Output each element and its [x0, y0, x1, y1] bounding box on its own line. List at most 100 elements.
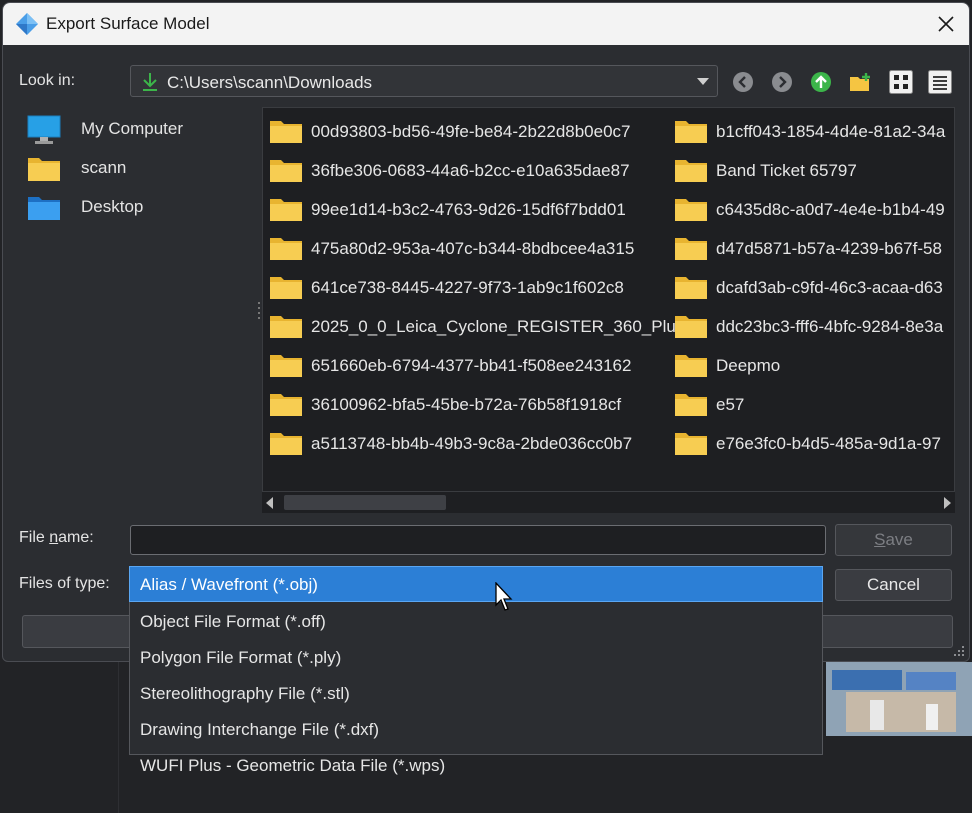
folder-item[interactable]: Band Ticket 65797 [674, 151, 954, 190]
folder-name: Band Ticket 65797 [716, 161, 857, 180]
folder-item[interactable]: 475a80d2-953a-407c-b344-8bdbcee4a315 [269, 229, 689, 268]
folder-icon [270, 316, 302, 338]
file-type-label: Files of type: [19, 575, 110, 592]
folder-icon [270, 121, 302, 143]
folder-name: 00d93803-bd56-49fe-be84-2b22d8b0e0c7 [311, 122, 631, 141]
folder-name: 36fbe306-0683-44a6-b2cc-e10a635dae87 [311, 161, 630, 180]
folder-item[interactable]: 2025_0_0_Leica_Cyclone_REGISTER_360_Plus [269, 307, 689, 346]
model-preview-thumbnail [826, 662, 972, 736]
file-type-option[interactable]: WUFI Plus - Geometric Data File (*.wps) [140, 756, 445, 776]
folder-item[interactable]: b1cff043-1854-4d4e-81a2-34a [674, 112, 954, 151]
folder-icon [270, 394, 302, 416]
title-bar: Export Surface Model [3, 3, 969, 45]
parent-folder-button[interactable] [809, 70, 833, 94]
file-name-input[interactable] [130, 525, 826, 555]
folder-item[interactable]: 00d93803-bd56-49fe-be84-2b22d8b0e0c7 [269, 112, 689, 151]
folder-icon [675, 316, 707, 338]
folder-name: Deepmo [716, 356, 781, 375]
place-label: scann [81, 158, 127, 177]
back-icon [733, 72, 753, 92]
folder-icon [28, 158, 60, 181]
folder-icon [270, 277, 302, 299]
place-scann[interactable]: scann [27, 152, 255, 184]
detail-view-icon [928, 70, 952, 94]
file-name-label: File name: [19, 529, 94, 546]
mouse-cursor-icon [495, 582, 513, 611]
folder-name: e57 [716, 395, 745, 414]
folder-item[interactable]: Deepmo [674, 346, 954, 385]
file-type-option[interactable]: Object File Format (*.off) [140, 612, 326, 632]
folder-item[interactable]: dcafd3ab-c9fd-46c3-acaa-d63 [674, 268, 954, 307]
folder-name: a5113748-bb4b-49b3-9c8a-2bde036cc0b7 [311, 434, 633, 453]
new-folder-button[interactable] [849, 70, 873, 94]
detail-view-button[interactable] [928, 70, 952, 94]
window-title: Export Surface Model [46, 14, 210, 33]
folder-item[interactable]: c6435d8c-a0d7-4e4e-b1b4-49 [674, 190, 954, 229]
folder-item[interactable]: d47d5871-b57a-4239-b67f-58 [674, 229, 954, 268]
folder-name: 99ee1d14-b3c2-4763-9d26-15df6f7bdd01 [311, 200, 626, 219]
file-type-option[interactable]: Polygon File Format (*.ply) [140, 648, 341, 668]
folder-icon [675, 394, 707, 416]
folder-name: e76e3fc0-b4d5-485a-9d1a-97 [716, 434, 941, 453]
folder-item[interactable]: 651660eb-6794-4377-bb41-f508ee243162 [269, 346, 689, 385]
app-icon [16, 13, 38, 35]
folder-name: b1cff043-1854-4d4e-81a2-34a [716, 122, 946, 141]
folder-icon [270, 160, 302, 182]
horizontal-scrollbar[interactable] [262, 491, 955, 513]
place-desktop[interactable]: Desktop [27, 191, 255, 223]
file-type-option[interactable]: Stereolithography File (*.stl) [140, 684, 350, 704]
new-folder-icon [850, 73, 870, 91]
file-list-view: 00d93803-bd56-49fe-be84-2b22d8b0e0c7 36fb… [262, 107, 955, 513]
folder-icon [270, 433, 302, 455]
back-button[interactable] [731, 70, 755, 94]
computer-icon [27, 115, 61, 144]
scroll-right-icon[interactable] [944, 497, 951, 509]
forward-button[interactable] [770, 70, 794, 94]
download-icon [143, 73, 157, 91]
folder-item[interactable]: 99ee1d14-b3c2-4763-9d26-15df6f7bdd01 [269, 190, 689, 229]
place-label: My Computer [81, 119, 184, 138]
folder-item[interactable]: 36fbe306-0683-44a6-b2cc-e10a635dae87 [269, 151, 689, 190]
look-in-combo[interactable]: C:\Users\scann\Downloads [130, 65, 718, 97]
places-sidebar: My Computer scann Desktop [17, 107, 259, 513]
list-view-button[interactable] [889, 70, 913, 94]
folder-icon [675, 277, 707, 299]
folder-icon [675, 199, 707, 221]
folder-item[interactable]: 36100962-bfa5-45be-b72a-76b58f1918cf [269, 385, 689, 424]
save-button[interactable]: Save [835, 524, 952, 556]
background-divider [118, 660, 119, 813]
folder-icon [270, 238, 302, 260]
folder-item[interactable]: ddc23bc3-fff6-4bfc-9284-8e3a [674, 307, 954, 346]
look-in-path: C:\Users\scann\Downloads [167, 73, 373, 92]
scrollbar-thumb[interactable] [284, 495, 446, 510]
folder-name: 36100962-bfa5-45be-b72a-76b58f1918cf [311, 395, 622, 414]
close-icon [938, 16, 954, 32]
resize-grip-icon[interactable] [951, 643, 965, 657]
look-in-label: Look in: [19, 72, 76, 89]
file-type-dropdown: Object File Format (*.off) Polygon File … [129, 602, 823, 775]
folder-name: c6435d8c-a0d7-4e4e-b1b4-49 [716, 200, 945, 219]
folder-icon [675, 355, 707, 377]
close-button[interactable] [927, 7, 965, 41]
folder-item[interactable]: e76e3fc0-b4d5-485a-9d1a-97 [674, 424, 954, 463]
file-type-option[interactable]: Drawing Interchange File (*.dxf) [140, 720, 379, 740]
folder-item[interactable]: a5113748-bb4b-49b3-9c8a-2bde036cc0b7 [269, 424, 689, 463]
folder-item[interactable]: 641ce738-8445-4227-9f73-1ab9c1f602c8 [269, 268, 689, 307]
folder-icon [270, 199, 302, 221]
file-type-combo[interactable]: Alias / Wavefront (*.obj) [129, 566, 823, 602]
list-view-icon [889, 70, 913, 94]
panel-splitter[interactable] [257, 299, 261, 329]
folder-name: 641ce738-8445-4227-9f73-1ab9c1f602c8 [311, 278, 624, 297]
folder-name: dcafd3ab-c9fd-46c3-acaa-d63 [716, 278, 943, 297]
chevron-down-icon [697, 78, 709, 85]
scroll-left-icon[interactable] [266, 497, 273, 509]
folder-name: ddc23bc3-fff6-4bfc-9284-8e3a [716, 317, 944, 336]
cancel-button[interactable]: Cancel [835, 569, 952, 601]
folder-name: d47d5871-b57a-4239-b67f-58 [716, 239, 942, 258]
folder-name: 651660eb-6794-4377-bb41-f508ee243162 [311, 356, 632, 375]
folder-icon [675, 238, 707, 260]
place-my-computer[interactable]: My Computer [27, 113, 255, 145]
parent-folder-icon [811, 72, 831, 92]
forward-icon [772, 72, 792, 92]
folder-item[interactable]: e57 [674, 385, 954, 424]
